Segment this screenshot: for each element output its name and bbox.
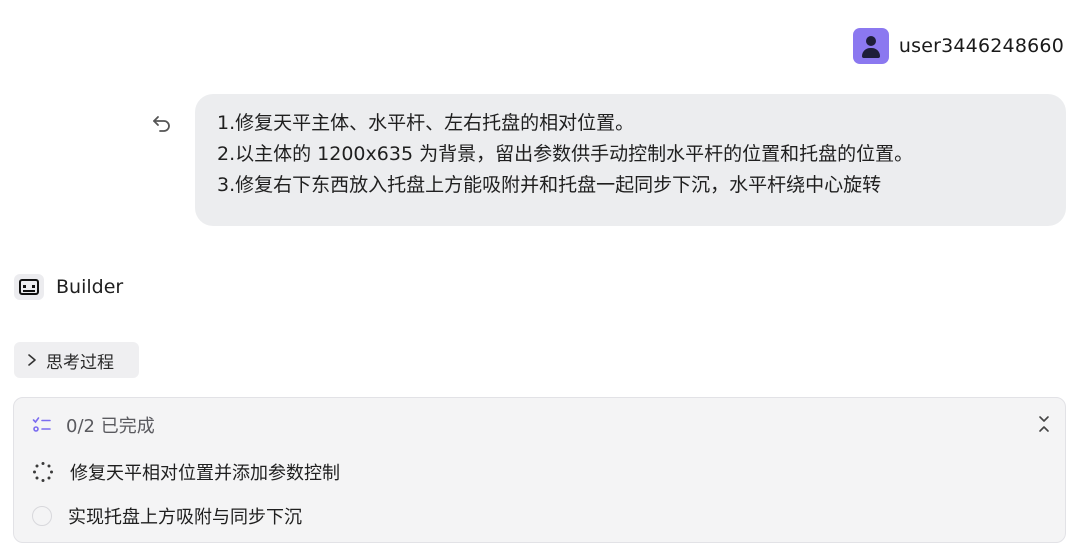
user-header: user3446248660	[852, 28, 1064, 64]
checklist-icon	[32, 417, 51, 432]
user-message-bubble: 1.修复天平主体、水平杆、左右托盘的相对位置。 2.以主体的 1200x635 …	[195, 94, 1066, 226]
thinking-label: 思考过程	[46, 352, 114, 373]
task-list-header: 0/2 已完成	[32, 412, 155, 438]
username: user3446248660	[898, 35, 1064, 57]
task-text: 修复天平相对位置并添加参数控制	[70, 463, 340, 484]
pending-circle-icon	[32, 506, 52, 526]
task-item: 修复天平相对位置并添加参数控制	[32, 459, 340, 485]
avatar[interactable]	[852, 28, 889, 64]
person-icon	[865, 36, 876, 46]
task-list-card: 0/2 已完成 修复天平相对位置并添加参数控制 实现托盘上方吸附与同步下沉	[13, 397, 1066, 543]
task-item: 实现托盘上方吸附与同步下沉	[32, 503, 302, 529]
thinking-toggle[interactable]: 思考过程	[14, 342, 139, 378]
assistant-name: Builder	[56, 276, 124, 298]
builder-icon	[14, 274, 44, 300]
undo-icon[interactable]	[150, 112, 174, 136]
assistant-header: Builder	[14, 274, 123, 300]
task-progress: 0/2 已完成	[66, 416, 155, 437]
task-text: 实现托盘上方吸附与同步下沉	[68, 507, 302, 528]
loading-spinner-icon	[33, 462, 53, 482]
message-line-2: 2.以主体的 1200x635 为背景，留出参数供手动控制水平杆的位置和托盘的位…	[217, 143, 914, 165]
message-line-3: 3.修复右下东西放入托盘上方能吸附并和托盘一起同步下沉，水平杆绕中心旋转	[217, 174, 882, 196]
chevron-right-icon	[28, 354, 36, 366]
message-line-1: 1.修复天平主体、水平杆、左右托盘的相对位置。	[217, 112, 635, 134]
collapse-icon[interactable]	[1037, 414, 1051, 438]
